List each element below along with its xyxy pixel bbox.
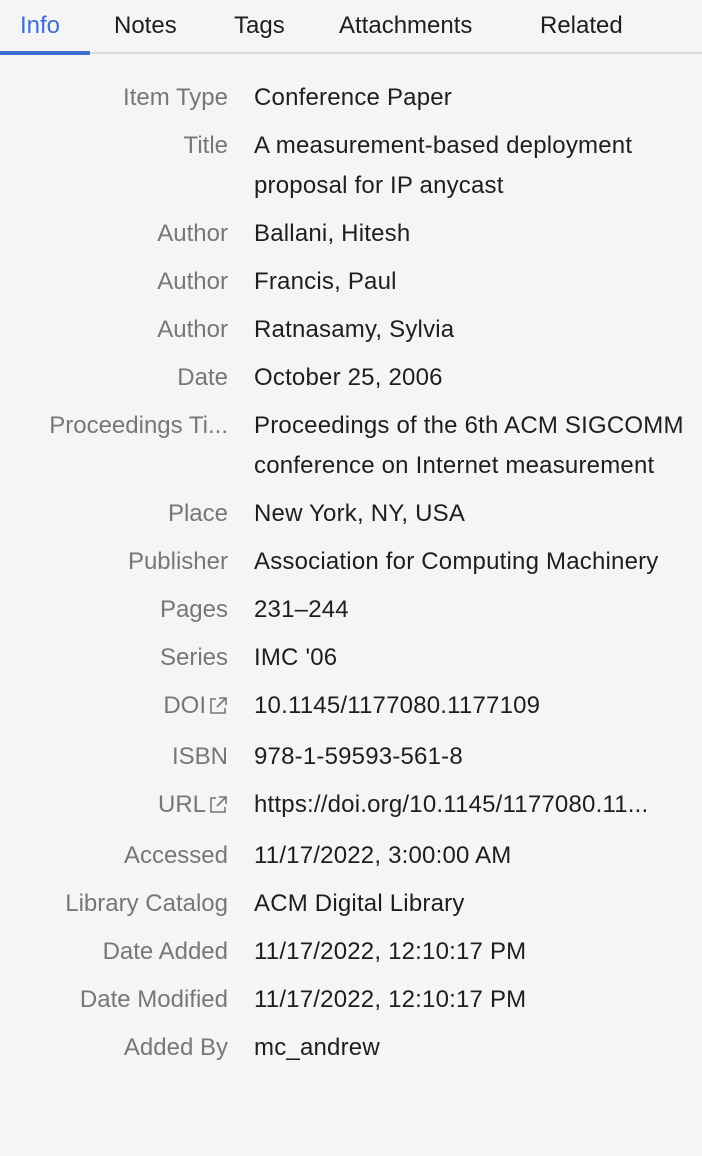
field-label: Author — [157, 268, 228, 295]
field-value-proceedings-title[interactable]: Proceedings of the 6th ACM SIGCOMM confe… — [254, 406, 684, 486]
field-value-library-catalog[interactable]: ACM Digital Library — [254, 884, 684, 924]
field-row-series: Series IMC '06 — [0, 638, 702, 686]
field-value-doi[interactable]: 10.1145/1177080.1177109 — [254, 686, 684, 726]
field-row-pages: Pages 231–244 — [0, 590, 702, 638]
field-label: Library Catalog — [65, 890, 228, 917]
field-row-author: Author Francis, Paul — [0, 262, 702, 310]
url-link[interactable]: URL — [0, 785, 228, 828]
field-row-library-catalog: Library Catalog ACM Digital Library — [0, 884, 702, 932]
field-row-accessed: Accessed 11/17/2022, 3:00:00 AM — [0, 836, 702, 884]
field-label: Proceedings Ti... — [49, 412, 228, 439]
field-row-author: Author Ratnasamy, Sylvia — [0, 310, 702, 358]
field-label: ISBN — [171, 743, 228, 770]
field-row-author: Author Ballani, Hitesh — [0, 214, 702, 262]
field-label: Pages — [159, 596, 228, 623]
field-value-publisher[interactable]: Association for Computing Machinery — [254, 542, 684, 582]
field-value-date-modified: 11/17/2022, 12:10:17 PM — [254, 986, 527, 1013]
field-value-title[interactable]: A measurement-based deployment proposal … — [254, 126, 684, 206]
field-label: Title — [183, 132, 228, 159]
field-row-date: Date October 25, 2006 — [0, 358, 702, 406]
field-value-added-by: mc_andrew — [254, 1034, 380, 1061]
field-value-pages[interactable]: 231–244 — [254, 590, 684, 630]
field-value-date[interactable]: October 25, 2006 — [254, 358, 684, 398]
field-label: Date — [177, 364, 228, 391]
field-label: Publisher — [127, 548, 228, 575]
tab-tags[interactable]: Tags — [234, 10, 285, 42]
field-value-author[interactable]: Ballani, Hitesh — [254, 214, 684, 254]
field-label: Date Added — [102, 938, 228, 965]
doi-link[interactable]: DOI — [0, 686, 228, 729]
field-row-item-type: Item Type Conference Paper — [0, 78, 702, 126]
field-row-added-by: Added By mc_andrew — [0, 1028, 702, 1076]
field-row-proceedings-title: Proceedings Ti... Proceedings of the 6th… — [0, 406, 702, 494]
field-label: Item Type — [123, 84, 228, 111]
field-label: Accessed — [123, 842, 228, 869]
field-value-series[interactable]: IMC '06 — [254, 638, 684, 678]
field-row-doi: DOI 10.1145/1177080.1177109 — [0, 686, 702, 737]
field-label: Author — [157, 316, 228, 343]
tab-related[interactable]: Related — [540, 10, 623, 42]
field-row-place: Place New York, NY, USA — [0, 494, 702, 542]
field-value-date-added: 11/17/2022, 12:10:17 PM — [254, 938, 527, 965]
field-value-accessed[interactable]: 11/17/2022, 3:00:00 AM — [254, 836, 684, 876]
field-row-publisher: Publisher Association for Computing Mach… — [0, 542, 702, 590]
field-label: Author — [157, 220, 228, 247]
field-value-url[interactable]: https://doi.org/10.1145/1177080.11... — [254, 785, 684, 825]
tab-attachments[interactable]: Attachments — [339, 10, 472, 42]
field-label: Added By — [123, 1034, 228, 1061]
field-label: URL — [157, 791, 206, 818]
field-label: Place — [167, 500, 228, 527]
tab-bar: Info Notes Tags Attachments Related — [0, 0, 702, 55]
field-row-title: Title A measurement-based deployment pro… — [0, 126, 702, 214]
active-tab-indicator — [0, 51, 90, 55]
info-fields: Item Type Conference Paper Title A measu… — [0, 78, 702, 1076]
field-label: Series — [159, 644, 228, 671]
field-value-place[interactable]: New York, NY, USA — [254, 494, 684, 534]
field-value-item-type[interactable]: Conference Paper — [254, 78, 684, 118]
field-row-date-added: Date Added 11/17/2022, 12:10:17 PM — [0, 932, 702, 980]
external-link-icon[interactable] — [208, 788, 228, 828]
field-value-author[interactable]: Francis, Paul — [254, 262, 684, 302]
field-row-date-modified: Date Modified 11/17/2022, 12:10:17 PM — [0, 980, 702, 1028]
external-link-icon[interactable] — [208, 689, 228, 729]
tab-info[interactable]: Info — [20, 10, 60, 42]
field-value-isbn[interactable]: 978-1-59593-561-8 — [254, 737, 684, 777]
field-row-isbn: ISBN 978-1-59593-561-8 — [0, 737, 702, 785]
field-label: DOI — [163, 692, 206, 719]
field-label: Date Modified — [79, 986, 228, 1013]
field-value-author[interactable]: Ratnasamy, Sylvia — [254, 310, 684, 350]
tab-notes[interactable]: Notes — [114, 10, 177, 42]
field-row-url: URL https://doi.org/10.1145/1177080.11..… — [0, 785, 702, 836]
